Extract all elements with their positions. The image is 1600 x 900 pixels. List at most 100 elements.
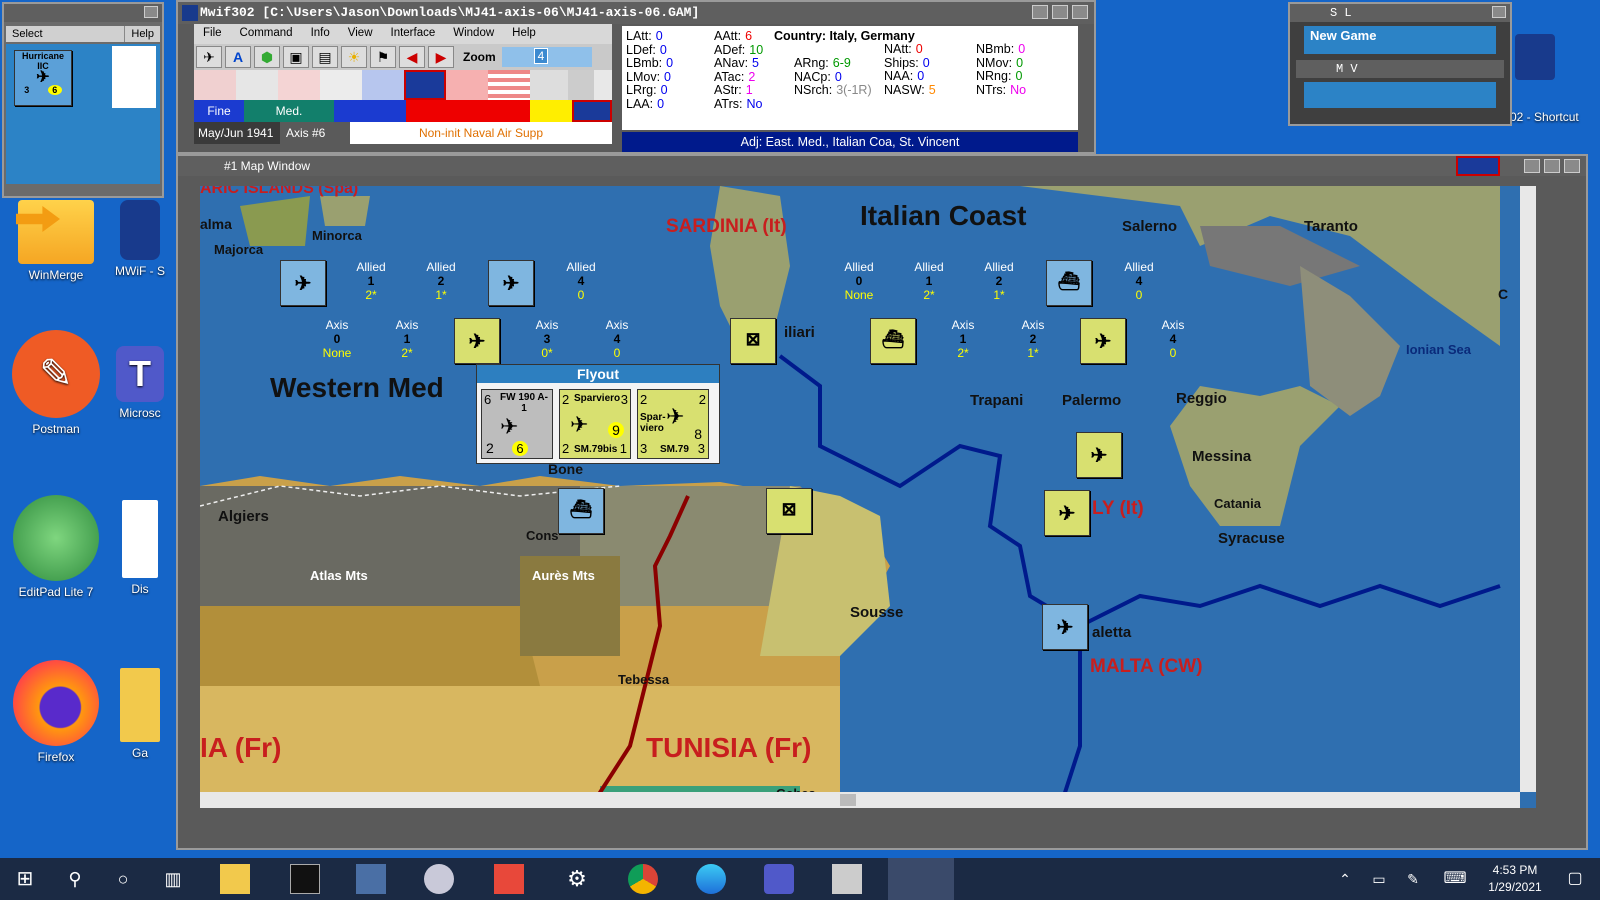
menu-select[interactable]: Select	[6, 26, 124, 42]
menu-window[interactable]: Window	[444, 24, 503, 44]
axis-box[interactable]: Axis 4 0	[594, 318, 640, 364]
new-game-button[interactable]: New Game	[1304, 26, 1496, 54]
unit-counter[interactable]: ✈	[1042, 604, 1088, 650]
flag-japan-icon[interactable]	[194, 70, 236, 100]
windows-start-icon[interactable]: ⊞	[10, 864, 40, 894]
unit-counter[interactable]: ✈	[1044, 490, 1090, 536]
zoom-value[interactable]: 4	[533, 48, 549, 64]
desktop-shortcut-label[interactable]: 02 - Shortcut	[1510, 110, 1579, 124]
flag-icon[interactable]	[236, 70, 278, 100]
menu-info[interactable]: Info	[302, 24, 339, 44]
menu-help[interactable]: Help	[503, 24, 545, 44]
zoom-slider[interactable]: 4	[501, 47, 592, 67]
mwif-taskbar-icon[interactable]	[888, 858, 954, 900]
maximize-button[interactable]	[1052, 5, 1068, 19]
flyout-unit-sparviero[interactable]: 2 Sparviero 3 ✈ 9 2 SM.79bis 1	[559, 389, 631, 459]
allied-box[interactable]: Allied 4 0	[1116, 260, 1162, 306]
unit-counter[interactable]: ⛴	[1046, 260, 1092, 306]
clock[interactable]: 4:53 PM 1/29/2021	[1480, 862, 1550, 896]
game-map[interactable]: ARIC ISLANDS (Spa) alma Minorca Majorca …	[200, 186, 1536, 808]
map-titlebar[interactable]: #1 Map Window	[178, 156, 1586, 176]
unit-counter[interactable]: ⛴	[558, 488, 604, 534]
app-icon[interactable]	[424, 864, 454, 894]
mv-titlebar[interactable]: M V	[1296, 60, 1504, 78]
menu-command[interactable]: Command	[231, 24, 302, 44]
edge-icon[interactable]	[696, 864, 726, 894]
unit-counter[interactable]: ✈	[280, 260, 326, 306]
cortana-icon[interactable]: ○	[108, 864, 138, 894]
allied-box[interactable]: Allied 4 0	[558, 260, 604, 306]
sun-icon[interactable]: ☀	[341, 46, 367, 68]
desktop-icon-winmerge[interactable]: WinMerge	[6, 200, 106, 282]
scroll-thumb[interactable]	[840, 794, 856, 806]
flag-switzerland-icon[interactable]	[446, 70, 488, 100]
app-icon[interactable]	[356, 864, 386, 894]
maximize-button[interactable]	[1544, 159, 1560, 173]
allied-box[interactable]: Allied 2 1*	[418, 260, 464, 306]
flyout-unit-sm79[interactable]: 2 2 Spar-viero ✈ 8 3 SM.79 3	[637, 389, 709, 459]
chevron-up-icon[interactable]: ⌃	[1330, 864, 1360, 894]
flag-icon[interactable]	[530, 70, 568, 100]
unit-counter[interactable]: ✈	[1080, 318, 1126, 364]
axis-box[interactable]: Axis 0 None	[314, 318, 360, 364]
desktop-icon-ga[interactable]: Ga	[112, 668, 168, 760]
battery-icon[interactable]: ▭	[1364, 864, 1394, 894]
flag-icon[interactable]	[320, 70, 362, 100]
allied-box[interactable]: Allied 2 1*	[976, 260, 1022, 306]
flag-rising-sun-icon[interactable]	[278, 70, 320, 100]
sl-titlebar[interactable]: S L	[1290, 4, 1510, 22]
flag-icon[interactable]: ⚑	[370, 46, 396, 68]
flag-usa-icon[interactable]	[488, 70, 530, 100]
map-horizontal-scrollbar[interactable]	[200, 792, 1520, 808]
desktop-icon-microsoft-teams[interactable]: T Microsc	[112, 346, 168, 420]
close-button[interactable]	[144, 6, 158, 18]
unit-counter[interactable]: ✈	[454, 318, 500, 364]
axis-box[interactable]: Axis 1 2*	[940, 318, 986, 364]
unit-counter[interactable]: ⛴	[870, 318, 916, 364]
allied-box[interactable]: Allied 1 2*	[906, 260, 952, 306]
axis-box[interactable]: Axis 1 2*	[384, 318, 430, 364]
menu-view[interactable]: View	[339, 24, 382, 44]
app-icon[interactable]	[832, 864, 862, 894]
flyout-unit-fw190[interactable]: 6 FW 190 A-1 ✈ 2 6	[481, 389, 553, 459]
menu-interface[interactable]: Interface	[382, 24, 445, 44]
close-button[interactable]	[1072, 5, 1088, 19]
unit-counter[interactable]: ✈	[488, 260, 534, 306]
allied-box[interactable]: Allied 1 2*	[348, 260, 394, 306]
hex-icon[interactable]: ⬢	[254, 46, 280, 68]
desktop-icon-mwif[interactable]: MWiF - S	[110, 200, 170, 278]
map-vertical-scrollbar[interactable]	[1520, 186, 1536, 792]
arrow-left-icon[interactable]: ◀	[399, 46, 425, 68]
notification-icon[interactable]: ▢	[1560, 864, 1590, 894]
desktop-icon-firefox[interactable]: Firefox	[6, 660, 106, 764]
main-titlebar[interactable]: Mwif302 [C:\Users\Jason\Downloads\MJ41-a…	[178, 2, 1094, 24]
axis-box[interactable]: Axis 2 1*	[1010, 318, 1056, 364]
git-icon[interactable]	[494, 864, 524, 894]
chrome-icon[interactable]	[628, 864, 658, 894]
mwif-desktop-icon[interactable]	[1515, 34, 1555, 80]
desktop-icon-postman[interactable]: ✎ Postman	[6, 330, 106, 436]
text-a-icon[interactable]: A	[225, 46, 251, 68]
file-explorer-icon[interactable]	[220, 864, 250, 894]
desktop-icon-dis[interactable]: Dis	[112, 500, 168, 596]
terminal-icon[interactable]	[290, 864, 320, 894]
pen-icon[interactable]: ✎	[1398, 864, 1428, 894]
grid-icon[interactable]: ▣	[283, 46, 309, 68]
unit-counter[interactable]: ⊠	[730, 318, 776, 364]
menu-help[interactable]: Help	[124, 26, 160, 42]
unit-counter[interactable]: ⊠	[766, 488, 812, 534]
close-button[interactable]	[1564, 159, 1580, 173]
flag-china-icon[interactable]	[362, 70, 404, 100]
menu-file[interactable]: File	[194, 24, 231, 44]
hurricane-counter[interactable]: Hurricane IIC ✈ 36	[14, 50, 72, 106]
axis-box[interactable]: Axis 3 0*	[524, 318, 570, 364]
arrow-right-icon[interactable]: ▶	[428, 46, 454, 68]
close-button[interactable]	[1492, 6, 1506, 18]
task-view-icon[interactable]: ▥	[158, 864, 188, 894]
allied-box[interactable]: Allied 0 None	[836, 260, 882, 306]
flyout-popup[interactable]: Flyout 6 FW 190 A-1 ✈ 2 6 2 Sparviero 3 …	[476, 364, 720, 464]
flag-uk-icon[interactable]	[572, 100, 612, 122]
axis-box[interactable]: Axis 4 0	[1150, 318, 1196, 364]
flag-uk-icon[interactable]	[404, 70, 446, 100]
settings-icon[interactable]: ⚙	[562, 864, 592, 894]
